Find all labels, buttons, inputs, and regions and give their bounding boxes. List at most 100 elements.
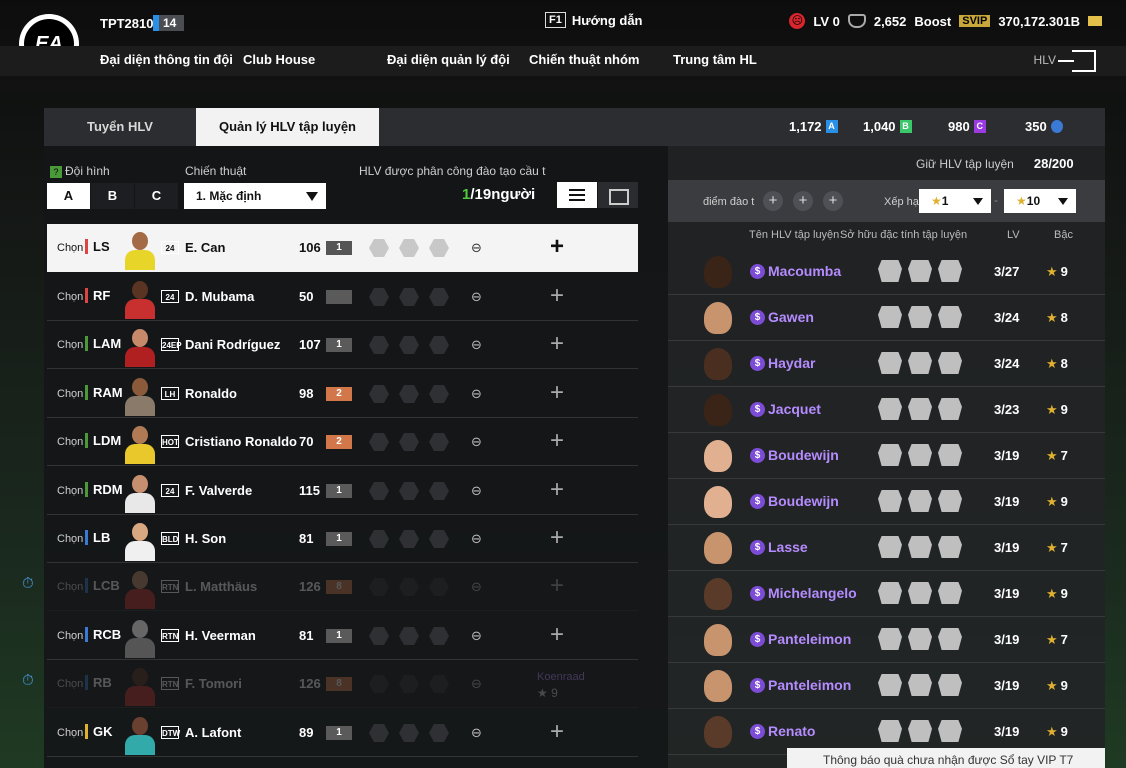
player-row[interactable]: Chọn LDM HOT Cristiano Ronaldo 70 2 ⊖ + (47, 418, 638, 466)
list-view-icon[interactable] (557, 182, 597, 208)
trait-icon (908, 674, 932, 696)
f1-key: F1 (545, 12, 566, 28)
select-label[interactable]: Chọn (57, 678, 83, 690)
link-icon[interactable]: ⊖ (471, 579, 482, 595)
nav-training-center[interactable]: Trung tâm HL (673, 52, 757, 67)
trait-icon (878, 490, 902, 512)
coach-row[interactable]: $ Boudewijn 3/19 ★ 7 (668, 433, 1105, 479)
coach-row[interactable]: $ Michelangelo 3/19 ★ 9 (668, 571, 1105, 617)
coach-rank-value: 9 (1060, 402, 1068, 417)
select-label[interactable]: Chọn (57, 242, 83, 254)
rank-from-dropdown[interactable]: ★1 (919, 189, 991, 213)
add-coach-button[interactable]: + (550, 718, 564, 746)
select-label[interactable]: Chọn (57, 630, 83, 642)
star-icon: ★ (1046, 678, 1058, 693)
coach-row[interactable]: $ Boudewijn 3/19 ★ 9 (668, 479, 1105, 525)
exit-icon[interactable] (1058, 50, 1096, 72)
coach-avatar (704, 302, 732, 334)
upgrade-level-badge: 8 (326, 677, 352, 691)
upgrade-level-badge: 1 (326, 726, 352, 740)
assign-total: /19người (470, 186, 536, 203)
add-coach-button[interactable]: + (550, 621, 564, 649)
add-coach-button[interactable]: + (550, 572, 564, 600)
player-row[interactable]: Chọn RDM 24 F. Valverde 115 1 ⊖ + (47, 467, 638, 515)
select-label[interactable]: Chọn (57, 388, 83, 400)
star-icon: ★ (1046, 724, 1058, 739)
link-icon[interactable]: ⊖ (471, 289, 482, 305)
nav-club-house[interactable]: Club House (243, 52, 315, 67)
select-label[interactable]: Chọn (57, 339, 83, 351)
coach-coin-icon: $ (750, 632, 765, 647)
training-slot-icon (399, 530, 419, 548)
link-icon[interactable]: ⊖ (471, 483, 482, 499)
player-row[interactable]: Chọn RCB RTN H. Veerman 81 1 ⊖ + (47, 612, 638, 660)
coach-name: Lasse (768, 539, 808, 555)
link-icon[interactable]: ⊖ (471, 531, 482, 547)
select-label[interactable]: Chọn (57, 533, 83, 545)
help-icon[interactable]: ? (50, 166, 62, 178)
assigned-coach-rank-value: 9 (551, 686, 558, 700)
trait-icon (878, 398, 902, 420)
training-slot-icon (369, 239, 389, 257)
link-icon[interactable]: ⊖ (471, 725, 482, 741)
rank-to-dropdown[interactable]: ★10 (1004, 189, 1076, 213)
add-coach-button[interactable]: + (550, 476, 564, 504)
coach-row[interactable]: $ Lasse 3/19 ★ 7 (668, 525, 1105, 571)
tab-recruit-coach[interactable]: Tuyển HLV (44, 108, 196, 146)
add-point-button-2[interactable]: + (793, 191, 813, 211)
set-a-button[interactable]: A (47, 183, 90, 209)
trait-icon (908, 306, 932, 328)
nav-team-info[interactable]: Đại diện thông tin đội (100, 52, 233, 67)
player-avatar (122, 422, 158, 464)
tab-manage-coach[interactable]: Quản lý HLV tập luyện (196, 108, 379, 146)
link-icon[interactable]: ⊖ (471, 676, 482, 692)
coach-name: Panteleimon (768, 677, 852, 693)
tactic-dropdown[interactable]: 1. Mặc định (184, 183, 326, 209)
link-icon[interactable]: ⊖ (471, 434, 482, 450)
link-icon[interactable]: ⊖ (471, 337, 482, 353)
player-avatar (122, 519, 158, 561)
select-label[interactable]: Chọn (57, 291, 83, 303)
select-label[interactable]: Chọn (57, 581, 83, 593)
player-row[interactable]: Chọn LCB RTN L. Matthäus 126 8 ⊖ + (47, 563, 638, 611)
boost-label: Boost (914, 13, 952, 29)
select-label[interactable]: Chọn (57, 727, 83, 739)
add-coach-button[interactable]: + (550, 524, 564, 552)
coach-row[interactable]: $ Panteleimon 3/19 ★ 9 (668, 663, 1105, 709)
currency-c-value: 980 (948, 119, 970, 134)
vip-notice-toast[interactable]: Thông báo quà chưa nhận được Sổ tay VIP … (787, 748, 1105, 768)
add-coach-button[interactable]: + (550, 233, 564, 261)
link-icon[interactable]: ⊖ (471, 386, 482, 402)
coach-avatar (704, 394, 732, 426)
coach-row[interactable]: $ Gawen 3/24 ★ 8 (668, 295, 1105, 341)
set-c-button[interactable]: C (135, 183, 178, 209)
select-label[interactable]: Chọn (57, 485, 83, 497)
user-level-badge: 14 (153, 15, 185, 31)
link-icon[interactable]: ⊖ (471, 240, 482, 256)
guide-button[interactable]: F1 Hướng dẫn (545, 12, 643, 28)
select-label[interactable]: Chọn (57, 436, 83, 448)
player-row[interactable]: Chọn RAM LH Ronaldo 98 2 ⊖ + (47, 370, 638, 418)
nav-group-tactics[interactable]: Chiến thuật nhóm (529, 52, 640, 67)
add-coach-button[interactable]: + (550, 379, 564, 407)
add-coach-button[interactable]: + (550, 282, 564, 310)
add-point-button-3[interactable]: + (823, 191, 843, 211)
link-icon[interactable]: ⊖ (471, 628, 482, 644)
coach-lv: 3/19 (994, 678, 1020, 693)
set-b-button[interactable]: B (91, 183, 134, 209)
player-row[interactable]: Chọn RB RTN F. Tomori 126 8 ⊖ Koenraad ★ 9 (47, 660, 638, 708)
nav-team-manager[interactable]: Đại diện quản lý đội (387, 52, 510, 67)
coach-row[interactable]: $ Haydar 3/24 ★ 8 (668, 341, 1105, 387)
coach-row[interactable]: $ Panteleimon 3/19 ★ 7 (668, 617, 1105, 663)
player-row[interactable]: Chọn GK DTW A. Lafont 89 1 ⊖ + (47, 709, 638, 757)
coach-row[interactable]: $ Jacquet 3/23 ★ 9 (668, 387, 1105, 433)
add-coach-button[interactable]: + (550, 330, 564, 358)
field-view-icon[interactable] (598, 182, 638, 208)
coach-row[interactable]: $ Macoumba 3/27 ★ 9 (668, 249, 1105, 295)
player-row[interactable]: Chọn LB BLD H. Son 81 1 ⊖ + (47, 515, 638, 563)
add-point-button-1[interactable]: + (763, 191, 783, 211)
player-row[interactable]: Chọn RF 24 D. Mubama 50 ⊖ + (47, 273, 638, 321)
player-row[interactable]: Chọn LAM 24EP Dani Rodríguez 107 1 ⊖ + (47, 321, 638, 369)
add-coach-button[interactable]: + (550, 427, 564, 455)
player-row[interactable]: Chọn LS 24 E. Can 106 1 ⊖ + (47, 224, 638, 272)
